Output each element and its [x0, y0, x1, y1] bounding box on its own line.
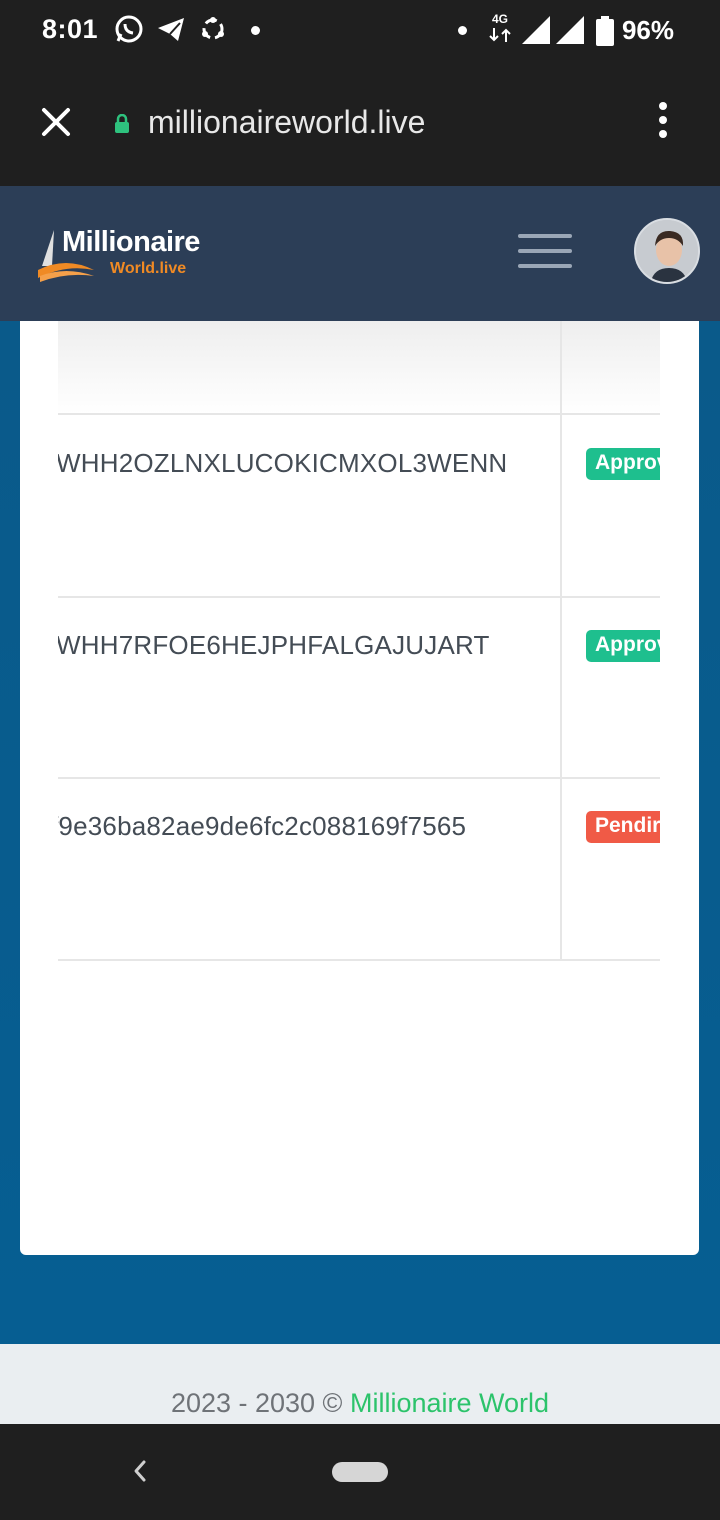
notification-dot-icon — [251, 26, 260, 35]
transactions-card: WHH2OZLNXLUCOKICMXOL3WENN Approv WHH7RFO… — [20, 321, 699, 1255]
footer-years: 2023 - 2030 © — [170, 1388, 343, 1418]
lock-icon — [115, 114, 129, 133]
column-divider — [560, 321, 562, 961]
status-badge-3: Pendir — [586, 811, 660, 843]
back-icon[interactable] — [128, 1456, 152, 1486]
sync-icon — [202, 17, 224, 40]
footer-brand-link[interactable]: Millionaire World — [350, 1388, 549, 1418]
footer-text: 2023 - 2030 © Millionaire World — [0, 1388, 720, 1419]
row-divider — [58, 413, 660, 415]
home-pill-button[interactable] — [332, 1462, 388, 1482]
data-arrows-icon — [489, 28, 511, 42]
transaction-id-3: f9e36ba82ae9de6fc2c088169f7565 — [58, 811, 467, 841]
system-nav-bar — [0, 1424, 720, 1520]
status-time: 8:01 — [42, 14, 99, 44]
close-icon[interactable] — [36, 102, 76, 142]
site-logo[interactable]: Millionaire World.live — [36, 226, 236, 286]
site-header: Millionaire World.live — [0, 186, 720, 321]
row-divider — [58, 596, 660, 598]
network-type-label: 4G — [492, 12, 509, 26]
avatar[interactable] — [634, 218, 700, 284]
transaction-id-2: WHH7RFOE6HEJPHFALGAJUJART — [58, 630, 490, 660]
transactions-table[interactable]: WHH2OZLNXLUCOKICMXOL3WENN Approv WHH7RFO… — [58, 321, 660, 961]
more-options-icon[interactable] — [648, 102, 678, 146]
status-dot-icon — [458, 26, 467, 35]
table-header-shade — [58, 321, 660, 414]
whatsapp-icon — [115, 15, 143, 43]
signal-icon — [522, 16, 550, 44]
battery-percent: 96% — [621, 15, 674, 45]
status-bar: 8:01 4G 96% — [0, 0, 720, 62]
browser-bar: millionaireworld.live — [0, 62, 720, 186]
site-footer: 2023 - 2030 © Millionaire World — [0, 1344, 720, 1424]
user-photo-icon — [636, 220, 698, 282]
row-divider — [58, 777, 660, 779]
row-divider — [58, 959, 660, 961]
status-badge-2: Approv — [586, 630, 660, 662]
signal-icon-2 — [556, 16, 584, 44]
logo-sub-text: World.live — [110, 260, 187, 277]
status-badge-1: Approv — [586, 448, 660, 480]
battery-icon — [596, 16, 614, 46]
menu-icon[interactable] — [518, 234, 572, 270]
logo-main-text: Millionaire — [62, 226, 200, 258]
telegram-icon — [158, 18, 184, 41]
transaction-id-1: WHH2OZLNXLUCOKICMXOL3WENN — [58, 448, 508, 478]
url-text[interactable]: millionaireworld.live — [148, 104, 425, 141]
